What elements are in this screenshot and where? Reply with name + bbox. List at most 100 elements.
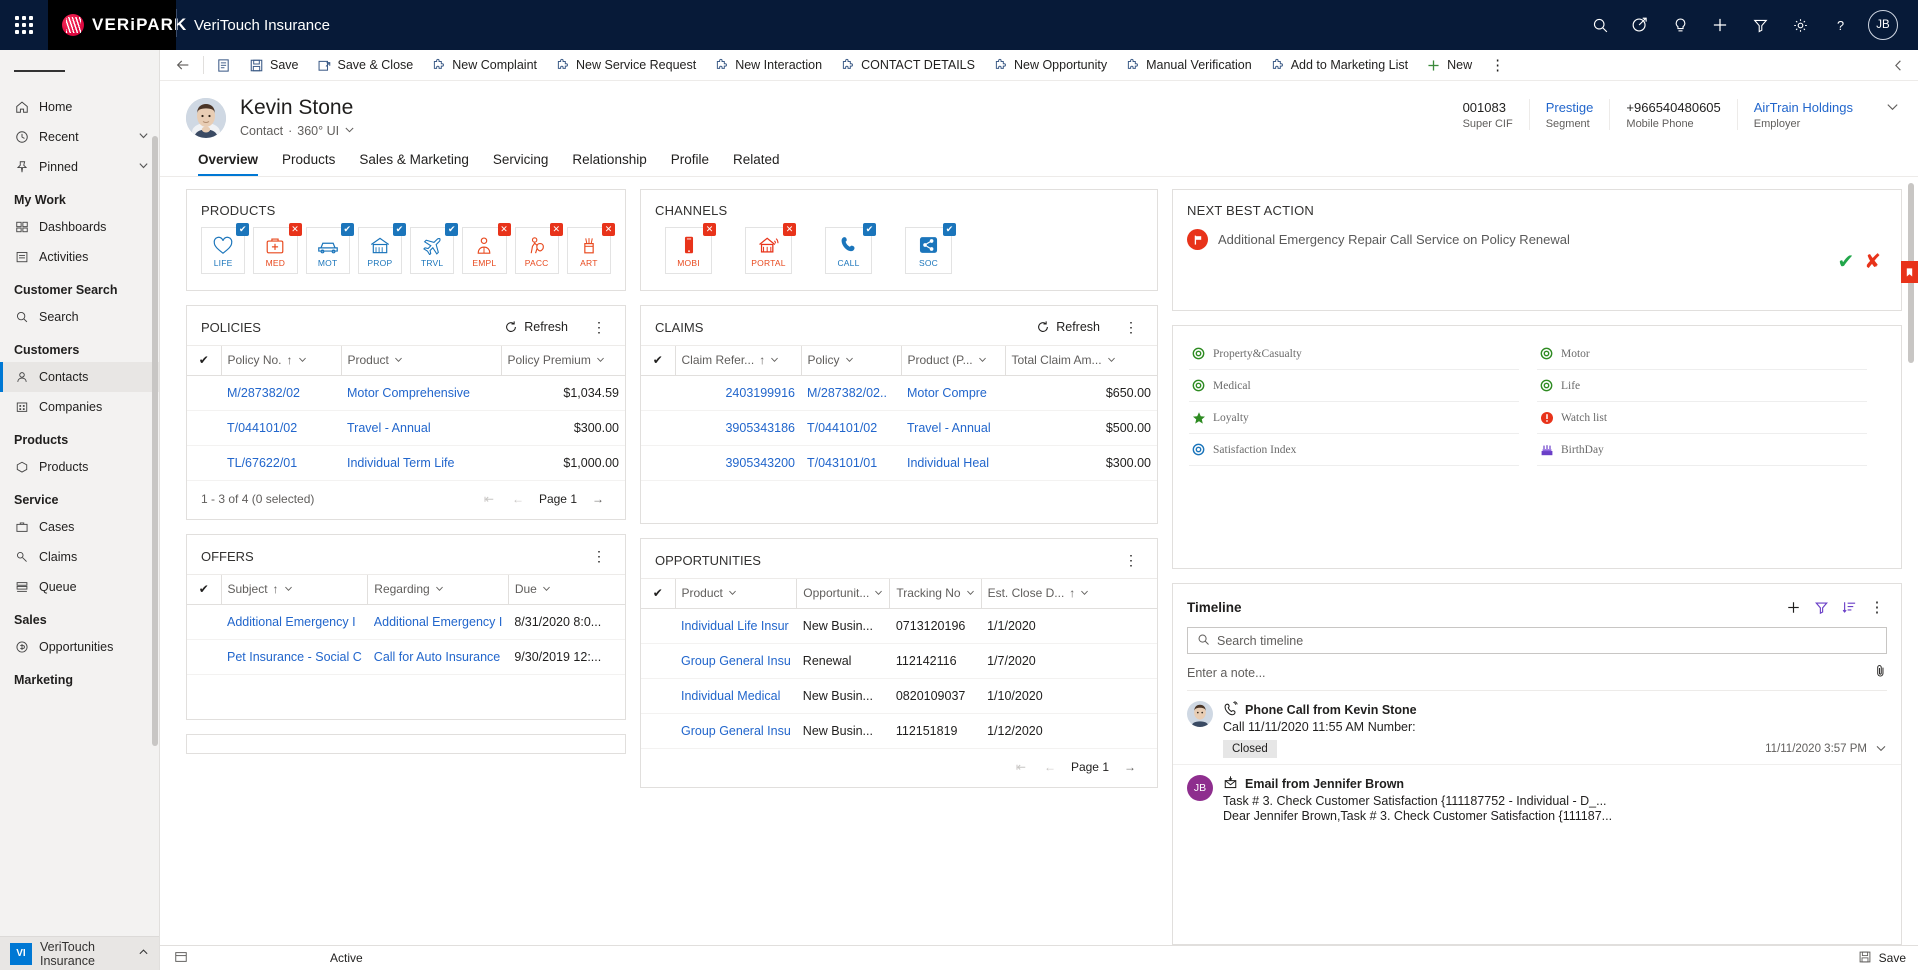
select-all-checkbox[interactable]: ✔: [187, 574, 221, 605]
cell-claim-reference[interactable]: 3905343200: [675, 445, 801, 481]
cell-product[interactable]: Group General Insu: [675, 643, 797, 679]
column-header-est-close-date[interactable]: Est. Close D... ↑: [980, 578, 1157, 609]
previous-page-button[interactable]: ←: [1035, 758, 1065, 776]
chevron-down-icon[interactable]: [978, 353, 987, 367]
column-header-policy-premium[interactable]: Policy Premium: [500, 345, 625, 376]
row-checkbox[interactable]: [641, 608, 675, 644]
sidebar-item-recent[interactable]: Recent: [0, 122, 159, 152]
chevron-down-icon[interactable]: [845, 353, 854, 367]
header-field-employer[interactable]: AirTrain Holdings Employer: [1736, 99, 1869, 130]
column-header-due[interactable]: Due: [507, 574, 625, 605]
sidebar-scrollbar[interactable]: [152, 136, 158, 806]
chevron-down-icon[interactable]: [344, 124, 355, 138]
column-header-total-claim-amount[interactable]: Total Claim Am...: [1004, 345, 1157, 376]
filter-icon[interactable]: [1740, 0, 1780, 50]
gear-icon[interactable]: [1780, 0, 1820, 50]
chevron-down-icon[interactable]: [284, 582, 293, 596]
side-pane-toggle[interactable]: [1901, 261, 1918, 283]
product-tile-art[interactable]: ✕ ART: [566, 223, 615, 274]
table-row[interactable]: Individual Medical New Busin... 08201090…: [641, 678, 1157, 714]
new-complaint-button[interactable]: New Complaint: [422, 50, 546, 81]
chevron-down-icon[interactable]: [435, 582, 444, 596]
table-row[interactable]: M/287382/02 Motor Comprehensive $1,034.5…: [187, 375, 625, 411]
tab-sales-marketing[interactable]: Sales & Marketing: [347, 148, 481, 176]
brand-logo[interactable]: VERiPARK: [48, 0, 186, 50]
contact-details-button[interactable]: CONTACT DETAILS: [831, 50, 984, 81]
row-checkbox[interactable]: [187, 604, 221, 640]
field-value[interactable]: Prestige: [1546, 99, 1594, 116]
cell-policy-no[interactable]: M/287382/02: [221, 375, 341, 411]
row-checkbox[interactable]: [641, 713, 675, 749]
tab-profile[interactable]: Profile: [659, 148, 721, 176]
manual-verification-button[interactable]: Manual Verification: [1116, 50, 1261, 81]
column-header-product[interactable]: Product: [674, 578, 797, 609]
timeline-item-email[interactable]: JB Email from Jennifer Brown Task # 3. C…: [1173, 765, 1901, 829]
column-header-claim-reference[interactable]: Claim Refer... ↑: [674, 345, 801, 376]
table-row[interactable]: Group General Insu Renewal 112142116 1/7…: [641, 643, 1157, 679]
table-row[interactable]: 3905343186 T/044101/02 Travel - Annual $…: [641, 410, 1157, 446]
sidebar-item-dashboards[interactable]: Dashboards: [0, 212, 159, 242]
user-avatar[interactable]: JB: [1868, 10, 1898, 40]
table-row[interactable]: Additional Emergency I Additional Emerge…: [187, 604, 625, 640]
chevron-down-icon[interactable]: [874, 586, 883, 600]
chevron-down-icon[interactable]: [728, 586, 737, 600]
app-switcher-button[interactable]: VI VeriTouch Insurance: [0, 936, 159, 970]
sidebar-item-claims[interactable]: Claims: [0, 542, 159, 572]
new-opportunity-button[interactable]: New Opportunity: [984, 50, 1116, 81]
tab-servicing[interactable]: Servicing: [481, 148, 561, 176]
chevron-down-icon[interactable]: [966, 586, 975, 600]
column-header-opportunity-type[interactable]: Opportunit...: [796, 578, 890, 609]
first-page-button[interactable]: ⇤: [1007, 758, 1035, 776]
column-header-policy[interactable]: Policy: [800, 345, 901, 376]
product-tile-med[interactable]: ✕ MED: [253, 223, 302, 274]
cell-product[interactable]: Individual Medical: [675, 678, 797, 714]
more-commands-button[interactable]: ⋮: [1481, 50, 1515, 81]
header-field-super-cif[interactable]: 001083 Super CIF: [1447, 99, 1529, 130]
filter-icon[interactable]: [1807, 595, 1835, 619]
sidebar-item-companies[interactable]: Companies: [0, 392, 159, 422]
tab-overview[interactable]: Overview: [186, 148, 270, 176]
timeline-search-box[interactable]: Search timeline: [1187, 627, 1887, 654]
cell-policy-no[interactable]: TL/67622/01: [221, 445, 341, 481]
sort-icon[interactable]: [1835, 595, 1863, 619]
lightbulb-icon[interactable]: [1660, 0, 1700, 50]
paperclip-icon[interactable]: [1873, 664, 1887, 681]
sidebar-item-search[interactable]: Search: [0, 302, 159, 332]
chevron-down-icon[interactable]: [298, 353, 307, 367]
sidebar-item-products[interactable]: Products: [0, 452, 159, 482]
plus-icon[interactable]: [1700, 0, 1740, 50]
sidebar-item-activities[interactable]: Activities: [0, 242, 159, 272]
channel-tile-call[interactable]: ✔ CALL: [825, 223, 876, 274]
sidebar-item-contacts[interactable]: Contacts: [0, 362, 159, 392]
sidebar-item-pinned[interactable]: Pinned: [0, 152, 159, 182]
sidebar-toggle-button[interactable]: [0, 50, 159, 92]
sidebar-item-opportunities[interactable]: Opportunities: [0, 632, 159, 662]
offers-more-button[interactable]: ⋮: [584, 547, 615, 565]
help-icon[interactable]: ?: [1820, 0, 1860, 50]
chevron-down-icon[interactable]: [394, 353, 403, 367]
channel-tile-portal[interactable]: ✕ PORTAL: [745, 223, 796, 274]
cell-product[interactable]: Individual Life Insur: [675, 608, 797, 644]
refresh-claims-button[interactable]: Refresh: [1030, 318, 1106, 336]
search-input[interactable]: Search timeline: [1217, 634, 1303, 648]
cell-policy[interactable]: T/043101/01: [801, 445, 901, 481]
policies-more-button[interactable]: ⋮: [584, 318, 615, 336]
product-tile-mot[interactable]: ✔ MOT: [305, 223, 354, 274]
cell-product[interactable]: Motor Comprehensive: [341, 375, 501, 411]
new-interaction-button[interactable]: New Interaction: [705, 50, 831, 81]
claims-more-button[interactable]: ⋮: [1116, 318, 1147, 336]
first-page-button[interactable]: ⇤: [475, 490, 503, 508]
search-icon[interactable]: [1580, 0, 1620, 50]
table-row[interactable]: 2403199916 M/287382/02.. Motor Compre $6…: [641, 375, 1157, 411]
next-page-button[interactable]: →: [1115, 758, 1145, 776]
select-all-checkbox[interactable]: ✔: [641, 578, 675, 609]
select-all-checkbox[interactable]: ✔: [187, 345, 221, 376]
timeline-note-input[interactable]: Enter a note...: [1187, 654, 1887, 691]
row-checkbox[interactable]: [187, 639, 221, 675]
column-header-regarding[interactable]: Regarding: [367, 574, 509, 605]
cell-product[interactable]: Travel - Annual: [341, 410, 501, 446]
form-selector-button[interactable]: [207, 50, 240, 81]
row-checkbox[interactable]: [641, 445, 675, 481]
back-button[interactable]: [166, 50, 200, 81]
table-row[interactable]: Group General Insu New Busin... 11215181…: [641, 713, 1157, 749]
